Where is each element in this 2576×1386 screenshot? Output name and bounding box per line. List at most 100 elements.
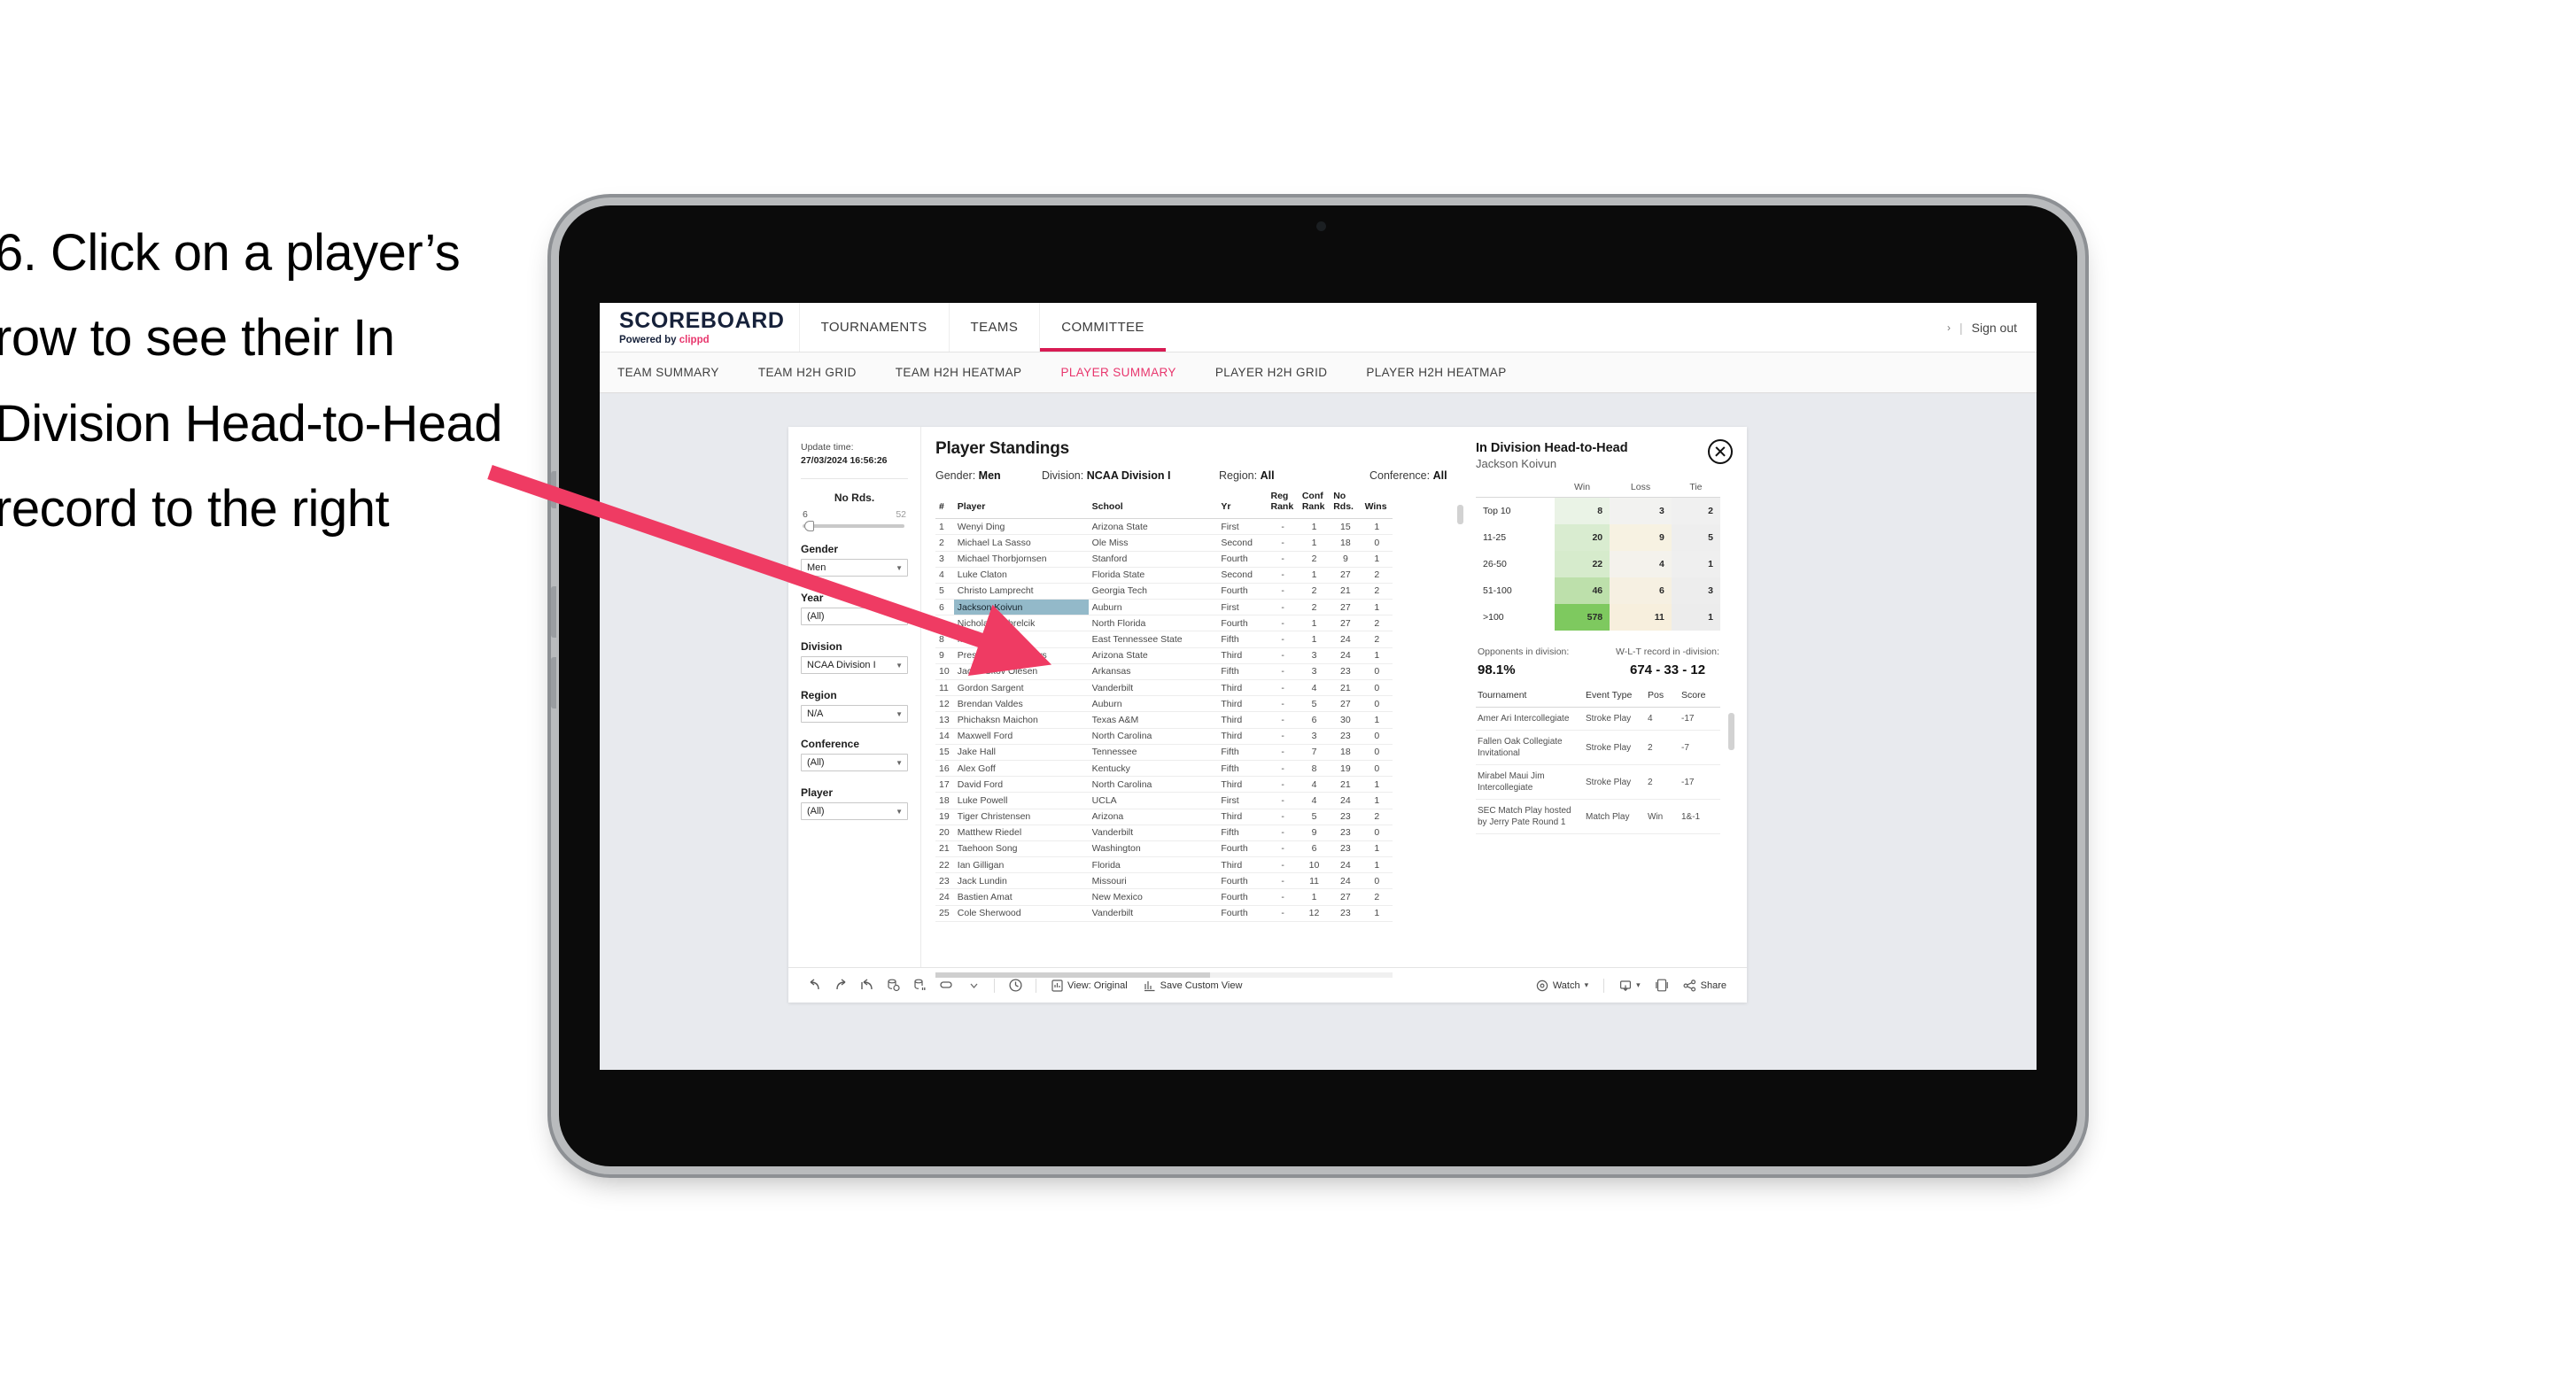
row-player: Nicholas Gabrelcik bbox=[953, 615, 1089, 632]
table-row[interactable]: 15 Jake Hall Tennessee Fifth -7 18 0 bbox=[935, 744, 1393, 761]
table-row[interactable]: 25 Cole Sherwood Vanderbilt Fourth -12 23 1 bbox=[935, 905, 1393, 922]
col-school[interactable]: School bbox=[1088, 491, 1218, 520]
tab-player-h2h-grid[interactable]: PLAYER H2H GRID bbox=[1196, 366, 1347, 379]
table-row[interactable]: 12 Brendan Valdes Auburn Third -5 27 0 bbox=[935, 695, 1393, 713]
tournament-row[interactable]: Mirabel Maui Jim Intercollegiate Stroke P… bbox=[1476, 764, 1720, 800]
col-rank[interactable]: # bbox=[935, 491, 954, 520]
table-row[interactable]: 9 Preston Summerhays Arizona State Third -3 2… bbox=[935, 647, 1393, 664]
brand-logo[interactable]: SCOREBOARD Powered by clippd bbox=[600, 303, 799, 352]
col-wins[interactable]: Wins bbox=[1361, 491, 1393, 520]
col-score[interactable]: Score bbox=[1680, 690, 1720, 708]
h2h-cell-loss[interactable]: 3 bbox=[1610, 497, 1672, 524]
standings-vertical-scrollbar[interactable] bbox=[1457, 505, 1463, 524]
table-row[interactable]: 22 Ian Gilligan Florida Third -10 24 1 bbox=[935, 856, 1393, 874]
nav-item-tournaments[interactable]: TOURNAMENTS bbox=[798, 303, 949, 352]
h2h-cell-win[interactable]: 46 bbox=[1554, 577, 1610, 604]
filter-division-select[interactable]: NCAA Division I ▼ bbox=[801, 656, 908, 675]
table-row[interactable]: 11 Gordon Sargent Vanderbilt Third -4 21 0 bbox=[935, 679, 1393, 697]
h2h-cell-win[interactable]: 22 bbox=[1554, 551, 1610, 577]
volume-down-button[interactable] bbox=[551, 657, 556, 708]
filter-conference-select[interactable]: (All) ▼ bbox=[801, 754, 908, 772]
table-row[interactable]: 14 Maxwell Ford North Carolina Third -3 23 0 bbox=[935, 728, 1393, 745]
col-conf-rank[interactable]: Conf Rank bbox=[1298, 491, 1331, 520]
table-row[interactable]: 23 Jack Lundin Missouri Fourth -11 24 0 bbox=[935, 872, 1393, 890]
filter-player-select[interactable]: (All) ▼ bbox=[801, 802, 908, 821]
h2h-cell-win[interactable]: 20 bbox=[1554, 524, 1610, 551]
account-caret-icon[interactable]: › bbox=[1947, 321, 1951, 334]
table-row[interactable]: 7 Nicholas Gabrelcik North Florida Fourth -1… bbox=[935, 615, 1393, 632]
tournament-row[interactable]: Amer Ari Intercollegiate Stroke Play 4 -17 bbox=[1476, 707, 1720, 731]
filter-gender-select[interactable]: Men ▼ bbox=[801, 559, 908, 577]
h2h-cell-tie[interactable]: 5 bbox=[1671, 524, 1720, 551]
tournament-vertical-scrollbar[interactable] bbox=[1728, 713, 1734, 750]
table-row[interactable]: 5 Christo Lamprecht Georgia Tech Fourth -2 21… bbox=[935, 583, 1393, 600]
table-row[interactable]: 19 Tiger Christensen Arizona Third -5 23 2 bbox=[935, 809, 1393, 825]
h2h-cell-tie[interactable]: 1 bbox=[1671, 551, 1720, 577]
download-button[interactable]: ▾ bbox=[1611, 979, 1649, 992]
h2h-cell-loss[interactable]: 11 bbox=[1610, 604, 1672, 631]
table-row[interactable]: 24 Bastien Amat New Mexico Fourth -1 27 2 bbox=[935, 888, 1393, 906]
undo-icon[interactable] bbox=[801, 974, 827, 997]
h2h-cell-tie[interactable]: 2 bbox=[1671, 497, 1720, 524]
save-custom-view-button[interactable]: Save Custom View bbox=[1136, 979, 1251, 992]
row-reg-rank: - bbox=[1267, 663, 1299, 681]
revert-icon[interactable] bbox=[854, 974, 881, 997]
tab-team-summary[interactable]: TEAM SUMMARY bbox=[617, 366, 739, 379]
no-rounds-slider-handle[interactable] bbox=[804, 521, 814, 532]
h2h-cell-tie[interactable]: 1 bbox=[1671, 604, 1720, 631]
table-row[interactable]: 3 Michael Thorbjornsen Stanford Fourth -2 9 1 bbox=[935, 551, 1393, 568]
table-row[interactable]: 13 Phichaksn Maichon Texas A&M Third -6 30 1 bbox=[935, 711, 1393, 729]
table-row[interactable]: 21 Taehoon Song Washington Fourth -6 23 1 bbox=[935, 840, 1393, 858]
no-rounds-slider-track[interactable] bbox=[803, 521, 904, 532]
close-circle-icon[interactable] bbox=[1708, 439, 1733, 464]
table-row[interactable]: 8 Mats Ege East Tennessee State Fifth -1 24 2 bbox=[935, 631, 1393, 648]
h2h-cell-tie[interactable]: 3 bbox=[1671, 577, 1720, 604]
col-pos[interactable]: Pos bbox=[1646, 690, 1680, 708]
h2h-cell-loss[interactable]: 6 bbox=[1610, 577, 1672, 604]
tab-team-h2h-grid[interactable]: TEAM H2H GRID bbox=[739, 366, 876, 379]
tab-player-h2h-heatmap[interactable]: PLAYER H2H HEATMAP bbox=[1346, 366, 1525, 379]
pause-updates-icon[interactable] bbox=[907, 974, 934, 997]
sign-out-link[interactable]: Sign out bbox=[1972, 321, 2017, 335]
table-row[interactable]: 4 Luke Claton Florida State Second -1 27 2 bbox=[935, 567, 1393, 584]
col-yr[interactable]: Yr bbox=[1217, 491, 1268, 520]
h2h-cell-win[interactable]: 8 bbox=[1554, 497, 1610, 524]
table-row[interactable]: 1 Wenyi Ding Arizona State First -1 15 1 bbox=[935, 518, 1393, 536]
col-reg-rank[interactable]: Reg Rank bbox=[1267, 491, 1299, 520]
tournament-row[interactable]: SEC Match Play hosted by Jerry Pate Roun… bbox=[1476, 799, 1720, 834]
no-rounds-label: No Rds. bbox=[834, 492, 875, 505]
table-row[interactable]: 6 Jackson Koivun Auburn First -2 27 1 bbox=[935, 599, 1393, 616]
nav-item-teams[interactable]: TEAMS bbox=[948, 303, 1040, 352]
table-row[interactable]: 16 Alex Goff Kentucky Fifth -8 19 0 bbox=[935, 760, 1393, 778]
volume-up-button[interactable] bbox=[551, 586, 556, 638]
col-no-rds[interactable]: No Rds. bbox=[1330, 491, 1362, 520]
watch-button[interactable]: Watch ▾ bbox=[1528, 979, 1596, 992]
table-row[interactable]: 18 Luke Powell UCLA First -4 24 1 bbox=[935, 792, 1393, 809]
h2h-cell-loss[interactable]: 4 bbox=[1610, 551, 1672, 577]
filter-region-select[interactable]: N/A ▼ bbox=[801, 705, 908, 724]
view-original-button[interactable]: View: Original bbox=[1044, 979, 1136, 992]
tab-team-h2h-heatmap[interactable]: TEAM H2H HEATMAP bbox=[876, 366, 1042, 379]
table-row[interactable]: 2 Michael La Sasso Ole Miss Second -1 18 0 bbox=[935, 534, 1393, 552]
h2h-cell-win[interactable]: 578 bbox=[1554, 604, 1610, 631]
standings-horizontal-scrollbar[interactable] bbox=[935, 972, 1393, 978]
tab-player-summary[interactable]: PLAYER SUMMARY bbox=[1041, 366, 1195, 379]
share-button[interactable]: Share bbox=[1675, 979, 1734, 992]
redo-icon[interactable] bbox=[827, 974, 854, 997]
filter-year-select[interactable]: (All) ▼ bbox=[801, 608, 908, 626]
table-row[interactable]: 10 Jacob Skov Olesen Arkansas Fifth -3 23 0 bbox=[935, 663, 1393, 681]
device-layout-icon[interactable] bbox=[1649, 974, 1675, 997]
row-no-rds: 15 bbox=[1330, 518, 1362, 536]
filter-player: Player (All) ▼ bbox=[801, 786, 908, 821]
tournament-row[interactable]: Fallen Oak Collegiate Invitational Stroke… bbox=[1476, 730, 1720, 765]
nav-item-committee[interactable]: COMMITTEE bbox=[1039, 303, 1166, 352]
row-player: Brendan Valdes bbox=[953, 695, 1089, 713]
col-tournament[interactable]: Tournament bbox=[1476, 690, 1584, 708]
h2h-cell-loss[interactable]: 9 bbox=[1610, 524, 1672, 551]
table-row[interactable]: 17 David Ford North Carolina Third -4 21 1 bbox=[935, 776, 1393, 794]
col-event-type[interactable]: Event Type bbox=[1584, 690, 1646, 708]
instruction-text: 6. Click on a player’s row to see their … bbox=[0, 224, 502, 538]
table-row[interactable]: 20 Matthew Riedel Vanderbilt Fifth -9 23 0 bbox=[935, 825, 1393, 841]
col-player[interactable]: Player bbox=[953, 491, 1089, 520]
refresh-data-icon[interactable] bbox=[881, 974, 907, 997]
